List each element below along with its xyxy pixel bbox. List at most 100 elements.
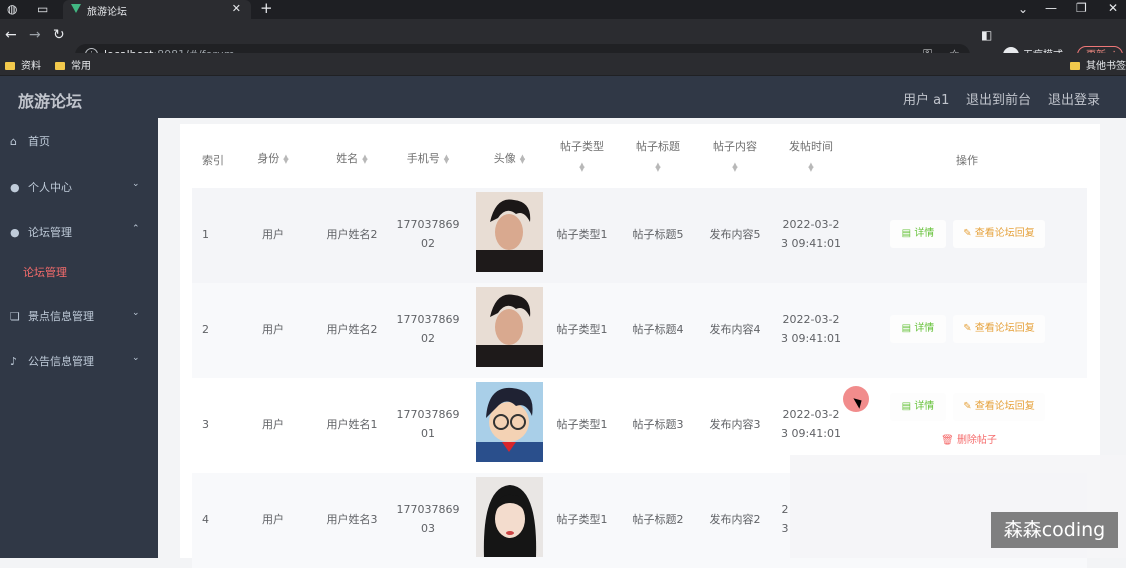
- folder-icon: [55, 62, 65, 70]
- view-replies-button[interactable]: ✎ 查看论坛回复: [953, 220, 1045, 248]
- user-icon: ●: [10, 181, 20, 194]
- address-bar-row: ← → ↻ i localhost:8081/#/forum ⚿ ☆ ◧ 无痕模…: [0, 19, 1126, 66]
- sort-icon[interactable]: ▲ ▼: [732, 162, 737, 173]
- cell-post-time: 2022-03-2 3 09:41:01: [781, 313, 841, 345]
- col-actions: 操作: [956, 154, 978, 167]
- cell-post-content: 发布内容5: [709, 228, 761, 241]
- avatar: [476, 287, 543, 367]
- cell-post-type: 帖子类型1: [556, 323, 608, 336]
- cell-post-content: 发布内容3: [709, 418, 761, 431]
- vue-logo-icon: [71, 4, 81, 13]
- delete-post-button[interactable]: 🗑 删除帖子: [934, 427, 1004, 455]
- chevron-down-icon: ⌄: [132, 179, 140, 189]
- cell-post-title: 帖子标题3: [632, 418, 684, 431]
- col-avatar[interactable]: 头像 ▲ ▼: [476, 150, 543, 166]
- cell-role: 用户: [262, 513, 284, 526]
- cell-post-content: 发布内容2: [709, 513, 761, 526]
- other-bookmarks-label: 其他书签: [1086, 61, 1126, 72]
- chevron-down-icon: ⌄: [132, 308, 140, 318]
- window-icon[interactable]: ▭: [37, 2, 48, 16]
- detail-button[interactable]: ▤ 详情: [890, 220, 946, 248]
- cell-post-type: 帖子类型1: [556, 228, 608, 241]
- restore-icon[interactable]: ❐: [1076, 1, 1087, 15]
- back-icon[interactable]: ←: [5, 27, 17, 43]
- folder-icon: [5, 62, 15, 70]
- app-title: 旅游论坛: [18, 92, 83, 111]
- cell-index: 4: [202, 513, 209, 526]
- sidebar-item-label: 景点信息管理: [28, 310, 94, 323]
- cell-post-time: 2022-03-2 3 09:41:01: [781, 408, 841, 440]
- cell-index: 1: [202, 228, 209, 241]
- sidebar-item-profile[interactable]: ● 个人中心 ⌄: [10, 179, 140, 195]
- copy-icon: ❏: [10, 310, 20, 323]
- tab-title: 旅游论坛: [87, 7, 127, 18]
- col-phone[interactable]: 手机号 ▲ ▼: [391, 150, 465, 166]
- minimize-icon[interactable]: —: [1045, 1, 1057, 15]
- close-window-icon[interactable]: ✕: [1108, 1, 1118, 15]
- sort-icon[interactable]: ▲ ▼: [808, 162, 813, 173]
- globe-icon[interactable]: ◍: [7, 2, 17, 16]
- sidebar-item-label: 论坛管理: [28, 226, 72, 239]
- col-post-time[interactable]: 发帖时间 ▲ ▼: [777, 138, 845, 173]
- tab-active[interactable]: 旅游论坛 ✕: [63, 0, 251, 19]
- col-post-type[interactable]: 帖子类型 ▲ ▼: [548, 138, 616, 173]
- avatar: [476, 382, 543, 462]
- col-name[interactable]: 姓名 ▲ ▼: [316, 150, 388, 166]
- sort-icon[interactable]: ▲ ▼: [283, 154, 288, 165]
- cell-phone: 177037869 02: [396, 218, 460, 250]
- sidebar-subitem-forum[interactable]: 论坛管理: [23, 264, 67, 280]
- col-role[interactable]: 身份 ▲ ▼: [237, 150, 309, 166]
- close-tab-icon[interactable]: ✕: [232, 2, 241, 15]
- sidebar-item-attractions[interactable]: ❏ 景点信息管理 ⌄: [10, 308, 140, 324]
- view-replies-button[interactable]: ✎ 查看论坛回复: [953, 393, 1045, 421]
- watermark: 森森coding: [991, 512, 1118, 548]
- logout-link[interactable]: 退出登录: [1048, 89, 1100, 108]
- sort-icon[interactable]: ▲ ▼: [579, 162, 584, 173]
- cell-name: 用户姓名2: [326, 228, 378, 241]
- sidebar-item-forum[interactable]: ● 论坛管理 ⌃: [10, 224, 140, 240]
- col-post-content[interactable]: 帖子内容 ▲ ▼: [701, 138, 769, 173]
- detail-button[interactable]: ▤ 详情: [890, 315, 946, 343]
- new-tab-icon[interactable]: +: [260, 0, 273, 17]
- cell-role: 用户: [262, 323, 284, 336]
- other-bookmarks[interactable]: 其他书签: [1070, 57, 1126, 72]
- bookmark-folder-1[interactable]: 资料: [5, 57, 41, 72]
- reload-icon[interactable]: ↻: [53, 27, 65, 43]
- col-index: 索引: [202, 154, 224, 167]
- sidebar-item-home[interactable]: ⌂ 首页: [10, 133, 50, 149]
- cell-phone: 177037869 01: [396, 408, 460, 440]
- cell-role: 用户: [262, 228, 284, 241]
- cell-post-type: 帖子类型1: [556, 513, 608, 526]
- bookmark-label: 资料: [21, 61, 41, 72]
- avatar-image: [476, 382, 543, 462]
- sidebar-item-label: 个人中心: [28, 181, 72, 194]
- sort-icon[interactable]: ▲ ▼: [520, 154, 525, 165]
- cell-post-title: 帖子标题5: [632, 228, 684, 241]
- sidebar-toggle-icon[interactable]: ◧: [981, 28, 992, 42]
- detail-button[interactable]: ▤ 详情: [890, 393, 946, 421]
- forward-icon[interactable]: →: [29, 27, 41, 43]
- cell-name: 用户姓名2: [326, 323, 378, 336]
- back-to-front-link[interactable]: 退出到前台: [966, 89, 1031, 108]
- cell-name: 用户姓名3: [326, 513, 378, 526]
- sidebar-item-label: 公告信息管理: [28, 355, 94, 368]
- sort-icon[interactable]: ▲ ▼: [444, 154, 449, 165]
- cell-post-title: 帖子标题4: [632, 323, 684, 336]
- app-header: [0, 76, 1126, 118]
- sidebar-item-notices[interactable]: ♪ 公告信息管理 ⌄: [10, 353, 140, 369]
- cell-role: 用户: [262, 418, 284, 431]
- cell-post-title: 帖子标题2: [632, 513, 684, 526]
- home-icon: ⌂: [10, 135, 17, 148]
- avatar-image: [476, 287, 543, 367]
- sidebar-item-label: 首页: [28, 135, 50, 148]
- user-icon: ●: [10, 226, 20, 239]
- sort-icon[interactable]: ▲ ▼: [655, 162, 660, 173]
- view-replies-button[interactable]: ✎ 查看论坛回复: [953, 315, 1045, 343]
- bookmark-label: 常用: [71, 61, 91, 72]
- chevron-down-icon[interactable]: ⌄: [1018, 2, 1028, 16]
- cell-name: 用户姓名1: [326, 418, 378, 431]
- sort-icon[interactable]: ▲ ▼: [362, 154, 367, 165]
- bookmark-folder-2[interactable]: 常用: [55, 57, 91, 72]
- col-post-title[interactable]: 帖子标题 ▲ ▼: [624, 138, 692, 173]
- current-user: 用户 a1: [903, 93, 950, 108]
